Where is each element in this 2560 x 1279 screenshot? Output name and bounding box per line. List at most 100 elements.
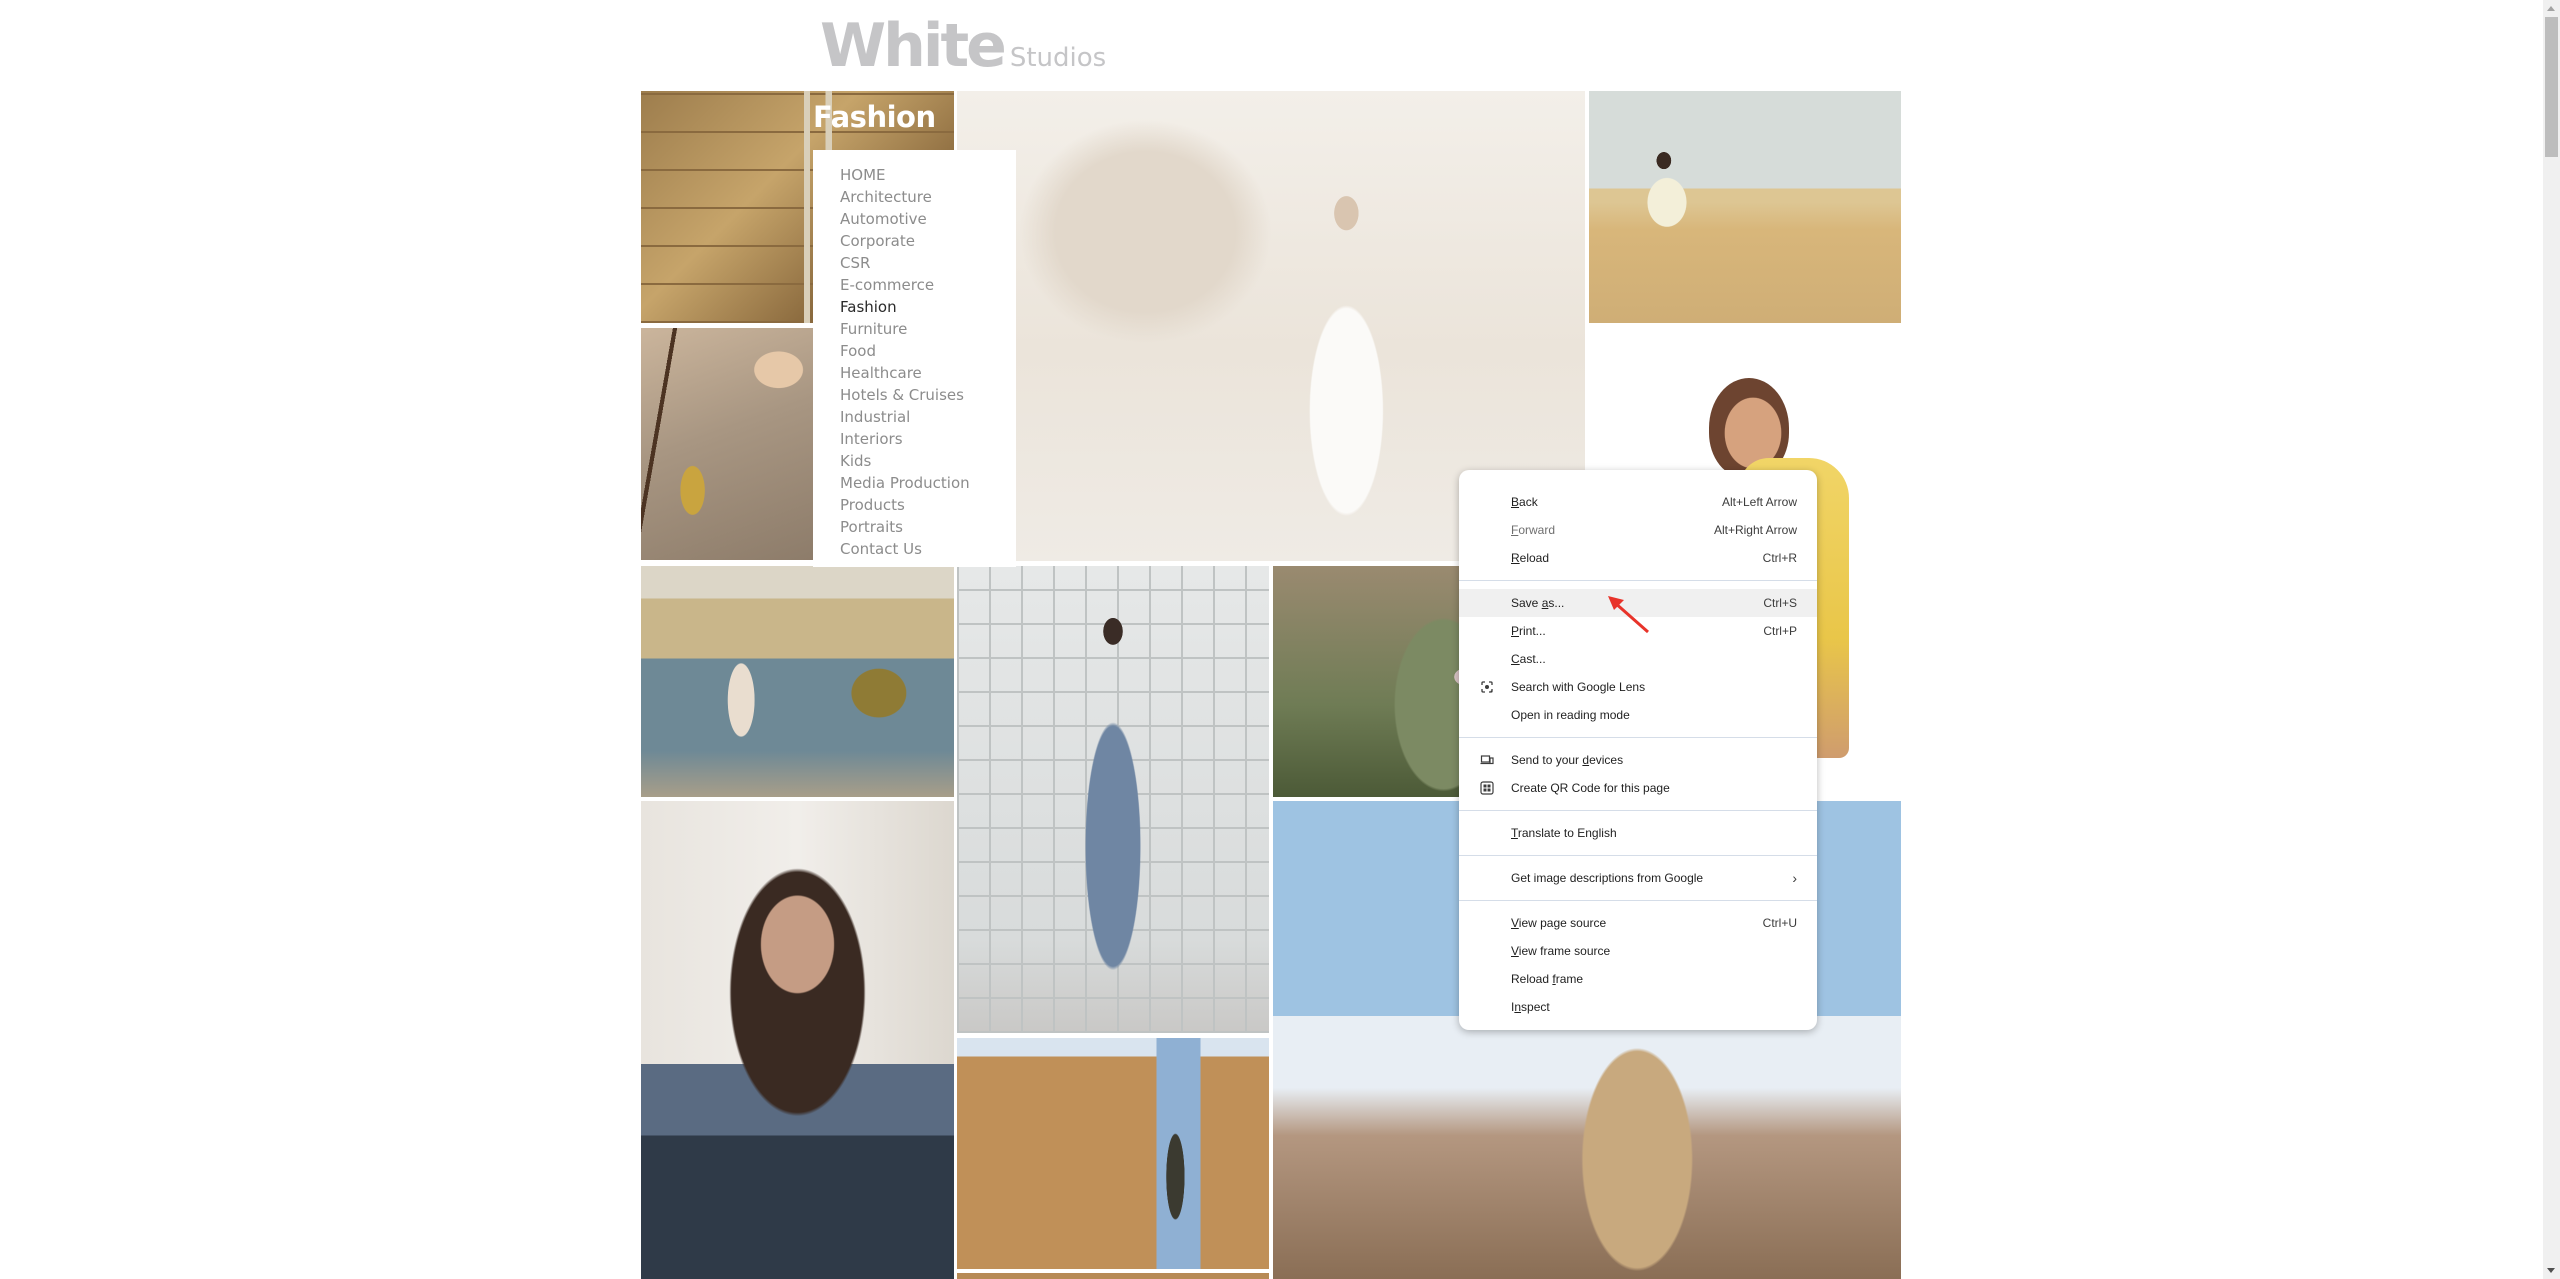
gallery-image-woman-blue-outfit-glass-wall[interactable] [957,566,1269,1033]
menu-item-label: View frame source [1511,944,1610,958]
qr-code-icon [1480,781,1494,795]
nav-item-portraits[interactable]: Portraits [840,516,1016,538]
nav-item-fashion[interactable]: Fashion [840,296,1016,318]
menu-item-translate-to-english[interactable]: Translate to English [1459,819,1817,847]
nav-item-kids[interactable]: Kids [840,450,1016,472]
menu-item-label: Translate to English [1511,826,1617,840]
nav-item-interiors[interactable]: Interiors [840,428,1016,450]
gallery-image-man-mud-wall-doorway[interactable] [957,1038,1269,1269]
category-nav-list: HOME Architecture Automotive Corporate CSR E-… [813,150,1016,560]
menu-item-label: Search with Google Lens [1511,680,1645,694]
access-key: V [1511,916,1519,930]
label-text: evices [1589,753,1624,767]
label-text: ranslate to English [1517,826,1617,840]
label-text: Reload [1511,972,1553,986]
page-title: Fashion [813,100,936,134]
gallery-image-man-beach-lake[interactable] [641,566,954,797]
gallery-image-woman-sitting-desert-dune[interactable] [1589,91,1901,323]
menu-item-view-page-source[interactable]: View page source Ctrl+U [1459,909,1817,937]
label-text: orward [1518,523,1556,537]
red-annotation-arrow-icon [1608,596,1649,634]
menu-item-cast[interactable]: Cast... [1459,645,1817,673]
label-text: rint... [1519,624,1546,638]
menu-item-back[interactable]: Back Alt+Left Arrow [1459,488,1817,516]
nav-item-furniture[interactable]: Furniture [840,318,1016,340]
nav-item-hotels-cruises[interactable]: Hotels & Cruises [840,384,1016,406]
label-text: ack [1519,495,1538,509]
label-text: iew frame source [1518,944,1611,958]
menu-item-shortcut: Ctrl+U [1762,916,1797,930]
nav-item-architecture[interactable]: Architecture [840,186,1016,208]
menu-item-shortcut: Ctrl+S [1763,596,1797,610]
access-key: C [1511,652,1520,666]
logo-main-text: White [820,11,1007,81]
nav-item-e-commerce[interactable]: E-commerce [840,274,1016,296]
nav-item-products[interactable]: Products [840,494,1016,516]
nav-item-csr[interactable]: CSR [840,252,1016,274]
label-text: ast... [1519,652,1546,666]
menu-item-view-frame-source[interactable]: View frame source [1459,937,1817,965]
menu-item-shortcut: Alt+Left Arrow [1721,495,1797,509]
menu-item-label: Reload frame [1511,972,1583,986]
gallery-image-gold-necklace-closeup[interactable] [641,328,813,560]
nav-item-industrial[interactable]: Industrial [840,406,1016,428]
menu-item-label: Reload [1511,551,1549,565]
access-key: B [1511,495,1520,509]
label-text: rame [1555,972,1584,986]
menu-item-search-with-google-lens[interactable]: Search with Google Lens [1459,673,1817,701]
category-nav: HOME Architecture Automotive Corporate CSR E-… [813,150,1016,567]
site-logo[interactable]: White Studios [820,14,1106,78]
menu-item-reload-frame[interactable]: Reload frame [1459,965,1817,993]
scroll-up-arrow-icon[interactable] [2547,6,2555,11]
page-scrollbar[interactable] [2543,0,2560,1279]
menu-separator [1459,737,1817,738]
access-key: R [1511,551,1520,565]
devices-icon [1480,753,1494,767]
nav-item-healthcare[interactable]: Healthcare [840,362,1016,384]
scrollbar-thumb[interactable] [2545,17,2558,157]
menu-item-label: Get image descriptions from Google [1511,871,1703,885]
label-text: eload [1519,551,1550,565]
gallery-image-woman-portrait-lace-top[interactable] [641,801,954,1279]
menu-item-shortcut: Alt+Right Arrow [1713,523,1797,537]
nav-item-corporate[interactable]: Corporate [840,230,1016,252]
label-text: Save [1511,596,1542,610]
menu-item-label: Back [1511,495,1538,509]
menu-item-get-image-descriptions-from-google[interactable]: Get image descriptions from Google › [1459,864,1817,892]
menu-item-inspect[interactable]: Inspect [1459,993,1817,1021]
access-key: T [1511,826,1518,840]
menu-item-reload[interactable]: Reload Ctrl+R [1459,544,1817,572]
nav-item-food[interactable]: Food [840,340,1016,362]
menu-item-label: Create QR Code for this page [1511,781,1670,795]
menu-item-label: Save as... [1511,596,1564,610]
menu-item-label: View page source [1511,916,1606,930]
nav-item-home[interactable]: HOME [840,164,1016,186]
access-key: P [1511,624,1520,638]
chevron-right-icon: › [1792,870,1797,886]
label-text: Get image descriptions from Google [1511,871,1704,885]
arrow-shaft [1613,600,1649,634]
menu-separator [1459,855,1817,856]
menu-item-send-to-your-devices[interactable]: Send to your devices [1459,746,1817,774]
menu-item-forward[interactable]: Forward Alt+Right Arrow [1459,516,1817,544]
menu-separator [1459,900,1817,901]
menu-item-label: Forward [1511,523,1555,537]
gallery-image-partial-next[interactable] [957,1273,1269,1279]
menu-item-label: Open in reading mode [1511,708,1630,722]
scroll-down-arrow-icon[interactable] [2547,1268,2555,1273]
label-text: Search with Google Lens [1511,680,1646,694]
label-text: s... [1548,596,1565,610]
menu-item-shortcut: Ctrl+R [1762,551,1797,565]
nav-item-automotive[interactable]: Automotive [840,208,1016,230]
menu-item-create-qr-code-for-this-page[interactable]: Create QR Code for this page [1459,774,1817,802]
menu-item-label: Send to your devices [1511,753,1623,767]
menu-separator [1459,810,1817,811]
menu-item-label: Inspect [1511,1000,1550,1014]
google-lens-icon [1480,680,1494,694]
menu-separator [1459,580,1817,581]
label-text: iew page source [1518,916,1607,930]
nav-item-contact-us[interactable]: Contact Us [840,538,1016,560]
menu-item-open-in-reading-mode[interactable]: Open in reading mode [1459,701,1817,729]
menu-item-label: Print... [1511,624,1546,638]
nav-item-media-production[interactable]: Media Production [840,472,1016,494]
